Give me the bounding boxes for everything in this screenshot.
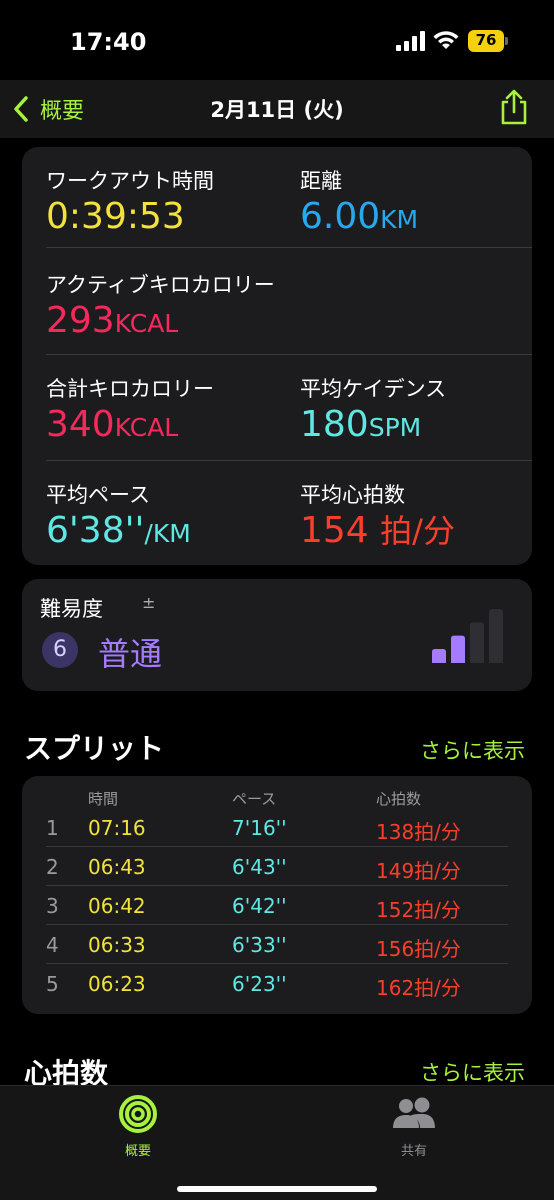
split-heart-rate: 152拍/分 [376,898,461,922]
difficulty-card[interactable]: 難易度 ± 6 普通 [22,579,532,691]
metric-value: 6.00KM [300,196,419,237]
table-row: 1 07:16 7'16'' 138拍/分 [22,808,532,847]
metric-total-kcal: 合計キロカロリー 340KCAL [46,373,214,448]
difficulty-bar [432,649,446,663]
plus-minus-icon: ± [142,593,156,612]
split-time: 06:43 [88,855,146,879]
metric-label: ワークアウト時間 [46,169,214,193]
workout-metrics-card: ワークアウト時間 0:39:53 距離 6.00KM アクティブキロカロリー 2… [22,147,532,565]
cellular-signal-icon [396,31,425,51]
metric-heart-rate: 平均心拍数 154 拍/分 [300,479,455,551]
split-heart-rate: 149拍/分 [376,859,461,883]
table-row: 2 06:43 6'43'' 149拍/分 [22,847,532,886]
split-heart-rate: 156拍/分 [376,937,461,961]
metric-label: 合計キロカロリー [46,377,214,401]
battery-level: 76 [475,31,497,49]
tab-bar: 概要 共有 [0,1085,554,1200]
splits-show-more-link[interactable]: さらに表示 [420,735,525,765]
divider [46,460,532,461]
page-title: 2月11日 (火) [210,98,344,122]
difficulty-level-badge: 6 [42,632,78,668]
home-indicator [177,1186,377,1192]
table-row: 4 06:33 6'33'' 156拍/分 [22,925,532,964]
split-pace: 6'43'' [232,855,287,879]
split-pace: 6'23'' [232,972,287,996]
metric-value: 154 拍/分 [300,510,455,551]
metric-label: 平均ペース [46,483,150,507]
people-icon [393,1097,435,1128]
difficulty-bars-icon [432,609,503,663]
metric-label: 平均心拍数 [300,483,405,507]
status-time: 17:40 [70,28,147,56]
divider [46,247,532,248]
tab-summary[interactable]: 概要 [98,1094,178,1159]
split-time: 06:42 [88,894,146,918]
split-heart-rate: 162拍/分 [376,976,461,1000]
metric-active-kcal: アクティブキロカロリー 293KCAL [46,269,275,344]
split-time: 07:16 [88,816,146,840]
difficulty-bar [451,635,465,663]
tab-summary-label: 概要 [124,1144,151,1159]
split-pace: 7'16'' [232,816,287,840]
split-number: 2 [46,855,59,879]
difficulty-label: 難易度 [40,597,103,621]
splits-header-hr: 心拍数 [376,790,422,808]
table-row: 3 06:42 6'42'' 152拍/分 [22,886,532,925]
metric-value: 340KCAL [46,404,179,445]
difficulty-word: 普通 [98,635,163,673]
splits-title: スプリット [24,732,165,765]
metric-pace: 平均ペース 6'38''/KM [46,479,191,554]
metric-label: アクティブキロカロリー [46,273,275,297]
metric-cadence: 平均ケイデンス 180SPM [300,373,446,448]
activity-rings-icon [119,1095,157,1133]
split-number: 4 [46,933,59,957]
share-icon[interactable] [496,88,532,126]
split-number: 1 [46,816,59,840]
splits-header-time: 時間 [88,790,119,808]
difficulty-bar [489,609,503,663]
metric-workout-time: ワークアウト時間 0:39:53 [46,165,214,237]
split-time: 06:23 [88,972,146,996]
difficulty-bar [470,622,484,663]
split-heart-rate: 138拍/分 [376,820,461,844]
heart-rate-show-more-link[interactable]: さらに表示 [420,1057,525,1087]
tab-sharing[interactable]: 共有 [374,1094,454,1159]
split-number: 5 [46,972,59,996]
nav-bar: 概要 2月11日 (火) [0,80,554,138]
wifi-icon [433,31,459,49]
battery-icon: 76 [468,30,508,52]
divider [46,354,532,355]
split-number: 3 [46,894,59,918]
metric-value: 0:39:53 [46,196,185,237]
metric-value: 6'38''/KM [46,510,191,551]
table-row: 5 06:23 6'23'' 162拍/分 [22,964,532,1003]
metric-label: 平均ケイデンス [300,377,447,401]
split-time: 06:33 [88,933,146,957]
metric-distance: 距離 6.00KM [300,165,418,240]
metric-label: 距離 [300,169,342,193]
metric-value: 180SPM [300,404,422,445]
splits-header-pace: ペース [232,790,277,808]
status-bar: 17:40 76 [0,0,554,80]
splits-card: 時間 ペース 心拍数 1 07:16 7'16'' 138拍/分 2 06:43… [22,776,532,1014]
tab-sharing-label: 共有 [400,1144,427,1159]
split-pace: 6'42'' [232,894,287,918]
split-pace: 6'33'' [232,933,287,957]
metric-value: 293KCAL [46,300,179,341]
